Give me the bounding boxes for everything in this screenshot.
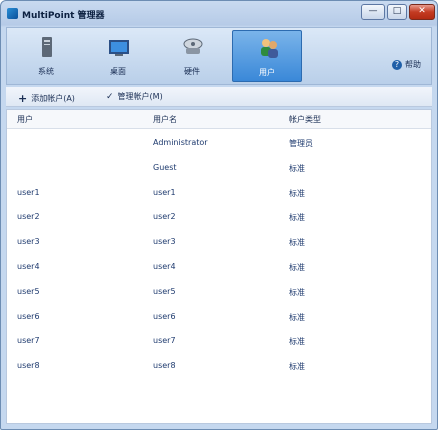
user-list: 用户 用户名 帐户类型 Administrator 管理员 Guest 标准 user1… [6, 109, 432, 424]
minimize-button[interactable]: — [361, 4, 385, 20]
cell-account-type: 管理员 [289, 139, 313, 148]
cell-username: user4 [153, 262, 176, 271]
add-account-label: 添加帐户(A) [31, 94, 75, 103]
manage-accounts-label: 管理帐户(M) [117, 92, 163, 101]
table-header: 用户 用户名 帐户类型 [7, 110, 431, 129]
header-user[interactable]: 用户 [17, 114, 33, 125]
minimize-icon: — [368, 6, 378, 16]
tab-label: 用户 [259, 68, 275, 77]
cell-username: user8 [153, 361, 176, 371]
cell-user: user4 [17, 262, 40, 271]
table-row[interactable]: user1 user1 标准 [7, 182, 431, 206]
cell-account-type: 标准 [289, 238, 305, 248]
cell-user: user6 [17, 311, 40, 321]
hardware-icon [183, 38, 203, 54]
checkmark-icon: ✓ [106, 92, 114, 102]
table-row[interactable]: user7 user7 标准 [7, 330, 431, 354]
cell-user: user5 [17, 286, 40, 296]
cell-user: user7 [17, 336, 40, 346]
tower-icon [42, 37, 52, 57]
tab-label: 硬件 [184, 67, 200, 76]
cell-username: user7 [153, 336, 176, 346]
add-account-button[interactable]: + 添加帐户(A) [18, 91, 75, 105]
ribbon: 系统 桌面 硬件 用户 ? 帮助 [6, 27, 432, 85]
toolbar: + 添加帐户(A) ✓ 管理帐户(M) [6, 87, 432, 107]
cell-account-type: 标准 [289, 213, 305, 223]
users-icon [261, 39, 278, 58]
close-button[interactable]: ✕ [409, 4, 435, 20]
tab-system[interactable]: 系统 [11, 30, 81, 82]
cell-user: user2 [17, 212, 40, 222]
table-row[interactable]: user2 user2 标准 [7, 206, 431, 230]
help-link[interactable]: ? 帮助 [392, 59, 421, 70]
maximize-button[interactable]: □ [387, 4, 407, 20]
cell-username: user5 [153, 286, 176, 296]
cell-account-type: 标准 [289, 163, 305, 173]
title-bar: MultiPoint 管理器 — □ ✕ [1, 1, 437, 27]
plus-icon: + [18, 92, 28, 105]
cell-user: user8 [17, 361, 40, 371]
cell-username: user1 [153, 187, 176, 197]
header-username[interactable]: 用户名 [153, 114, 177, 125]
cell-account-type: 标准 [289, 312, 305, 322]
cell-user: user1 [17, 187, 40, 197]
tab-hardware[interactable]: 硬件 [157, 30, 227, 82]
multipoint-app-icon [7, 8, 18, 19]
help-icon: ? [392, 59, 402, 70]
cell-account-type: 标准 [289, 287, 305, 297]
cell-account-type: 标准 [289, 188, 305, 198]
table-row[interactable]: Guest 标准 [7, 157, 431, 181]
tab-users[interactable]: 用户 [232, 30, 302, 82]
tab-label: 系统 [38, 67, 54, 76]
tab-label: 桌面 [110, 67, 126, 76]
multipoint-window: MultiPoint 管理器 — □ ✕ 系统 桌面 硬件 用户 ? 帮助 + … [0, 0, 438, 430]
table-row[interactable]: user5 user5 标准 [7, 281, 431, 305]
cell-account-type: 标准 [289, 337, 305, 347]
monitor-icon [109, 40, 129, 56]
cell-username: Administrator [153, 138, 208, 147]
cell-username: user3 [153, 237, 176, 247]
cell-username: Guest [153, 162, 177, 172]
table-row[interactable]: Administrator 管理员 [7, 132, 431, 156]
table-row[interactable]: user4 user4 标准 [7, 256, 431, 280]
manage-accounts-button[interactable]: ✓ 管理帐户(M) [106, 91, 163, 102]
close-icon: ✕ [418, 6, 426, 16]
table-row[interactable]: user8 user8 标准 [7, 355, 431, 379]
maximize-icon: □ [392, 6, 402, 16]
help-label: 帮助 [405, 60, 421, 69]
header-account-type[interactable]: 帐户类型 [289, 114, 321, 125]
tab-desktop[interactable]: 桌面 [83, 30, 153, 82]
table-row[interactable]: user6 user6 标准 [7, 306, 431, 330]
cell-user: user3 [17, 237, 40, 247]
cell-username: user6 [153, 311, 176, 321]
table-row[interactable]: user3 user3 标准 [7, 231, 431, 255]
cell-username: user2 [153, 212, 176, 222]
cell-account-type: 标准 [289, 263, 305, 272]
cell-account-type: 标准 [289, 362, 305, 372]
window-title: MultiPoint 管理器 [22, 11, 105, 21]
